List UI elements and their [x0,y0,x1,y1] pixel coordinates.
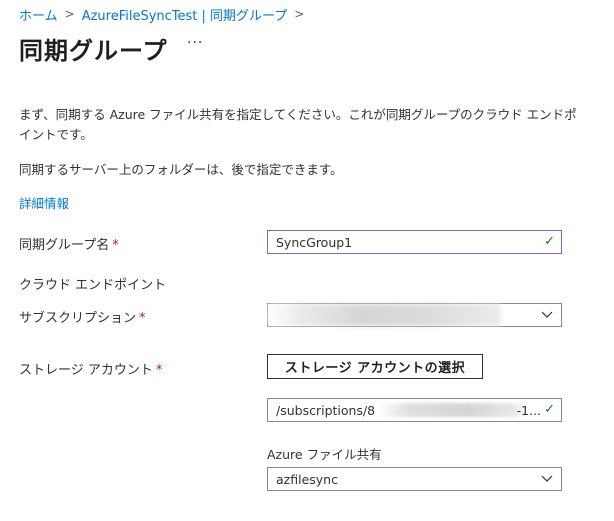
cloud-endpoint-heading: クラウド エンドポイント [19,278,167,293]
description-server-folder: 同期するサーバー上のフォルダーは、後で指定できます。 [19,162,343,177]
checkmark-icon: ✓ [544,234,555,249]
subscription-label: サブスクリプション * [19,311,146,326]
subscription-dropdown[interactable] [267,303,562,327]
file-share-label: Azure ファイル共有 [267,447,382,462]
chevron-down-icon [541,311,553,318]
chevron-right-icon: > [64,7,75,21]
redacted-path [378,403,528,417]
redacted-subscription [268,304,501,326]
required-marker: * [139,311,146,326]
file-share-dropdown[interactable]: azfilesync [267,467,562,491]
checkmark-icon: ✓ [544,402,555,417]
learn-more-link[interactable]: 詳細情報 [19,193,69,212]
breadcrumb: ホーム > AzureFileSyncTest | 同期グループ > [19,5,311,24]
description-cloud-endpoint: まず、同期する Azure ファイル共有を指定してください。これが同期グループの… [19,107,577,142]
select-storage-account-button[interactable]: ストレージ アカウントの選択 [267,354,483,379]
page-title: 同期グループ [19,37,168,65]
sync-group-name-input[interactable]: SyncGroup1 ✓ [267,230,562,254]
required-marker: * [112,238,119,253]
storage-account-label: ストレージ アカウント * [19,363,163,378]
sync-group-page: ホーム > AzureFileSyncTest | 同期グループ > 同期グルー… [0,0,614,521]
breadcrumb-home[interactable]: ホーム [19,5,58,24]
sync-group-name-label: 同期グループ名 * [19,238,119,253]
storage-account-path-field: /subscriptions/8 -1... ✓ [267,398,562,422]
required-marker: * [155,363,163,378]
breadcrumb-storage-sync[interactable]: AzureFileSyncTest | 同期グループ [82,5,288,24]
chevron-down-icon [541,475,553,482]
chevron-right-icon: > [294,7,305,21]
more-options-icon[interactable]: ··· [187,35,203,51]
